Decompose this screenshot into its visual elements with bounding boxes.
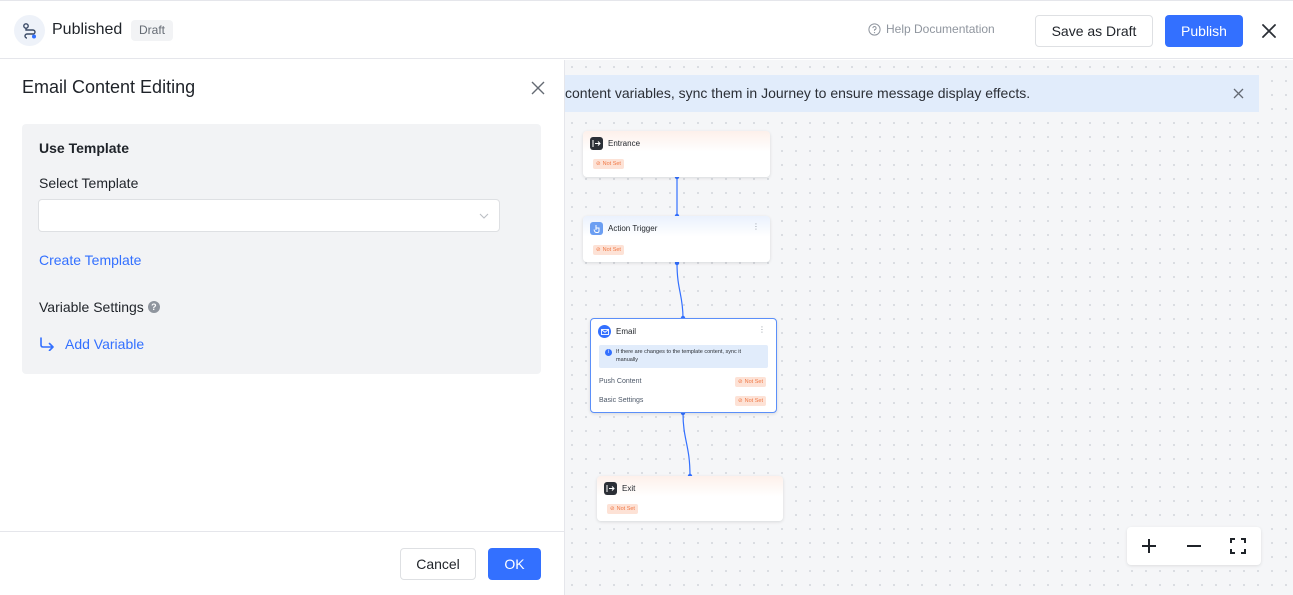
create-template-link[interactable]: Create Template [39,252,141,268]
exit-node[interactable]: Exit ⊘ Not Set [597,476,783,521]
close-icon[interactable] [1232,87,1245,100]
panel-title: Use Template [39,140,129,156]
status-badge: ⊘ Not Set [735,396,766,406]
select-template-label: Select Template [39,175,139,191]
zoom-controls [1127,527,1261,565]
action-trigger-label: Action Trigger [608,224,658,233]
not-set-label: Not Set [616,506,635,512]
exit-label: Exit [622,484,636,493]
help-circle-icon [868,22,881,36]
status-badge: ⊘ Not Set [593,159,624,169]
status-badge: ⊘ Not Set [593,245,624,255]
status-badge: ⊘ Not Set [607,504,638,514]
basic-settings-label: Basic Settings [599,397,644,404]
top-bar: Published Draft Help Documentation Save … [0,0,1293,59]
variable-settings-label: Variable Settings ? [39,299,160,315]
email-label: Email [616,327,637,336]
add-variable-label: Add Variable [65,336,145,352]
cancel-button[interactable]: Cancel [400,548,476,580]
not-set-icon: ⊘ [596,161,601,167]
email-icon [598,325,611,338]
not-set-label: Not Set [744,379,763,385]
variable-settings-text: Variable Settings [39,299,144,315]
push-content-row[interactable]: Push Content ⊘ Not Set [599,377,768,389]
ok-button[interactable]: OK [488,548,541,580]
entrance-node[interactable]: Entrance ⊘ Not Set [583,131,770,177]
not-set-icon: ⊘ [610,506,615,512]
template-panel: Use Template Select Template Create Temp… [22,124,541,374]
arrow-return-icon [40,337,54,351]
sync-info-text: If there are changes to the template con… [616,349,742,363]
status-badge: ⊘ Not Set [735,377,766,387]
close-icon[interactable] [530,80,546,96]
basic-settings-row[interactable]: Basic Settings ⊘ Not Set [599,396,768,408]
help-documentation-link[interactable]: Help Documentation [868,22,995,36]
entrance-icon [590,137,603,150]
action-trigger-node[interactable]: Action Trigger ⋮ ⊘ Not Set [583,216,770,262]
hand-pointer-icon [590,222,603,235]
help-documentation-label: Help Documentation [886,22,995,36]
help-icon[interactable]: ? [147,301,160,313]
not-set-label: Not Set [744,398,763,404]
sync-info-box: i If there are changes to the template c… [599,345,768,368]
push-content-label: Push Content [599,378,642,385]
exit-icon [604,482,617,495]
close-icon[interactable] [1259,21,1279,41]
drawer-title: Email Content Editing [22,77,196,97]
more-options-icon[interactable]: ⋮ [752,223,760,231]
status-badge: Draft [131,20,174,41]
notice-text: content variables, sync them in Journey … [565,85,1031,101]
sync-notice-banner: content variables, sync them in Journey … [565,75,1259,112]
not-set-label: Not Set [602,161,621,167]
email-node[interactable]: Email ⋮ i If there are changes to the te… [590,318,777,413]
chevron-down-icon [479,213,489,219]
info-icon: i [605,349,612,356]
entrance-label: Entrance [608,139,641,148]
drawer-footer: Cancel OK [0,531,564,595]
zoom-out-icon[interactable] [1184,536,1204,556]
zoom-in-icon[interactable] [1139,536,1159,556]
not-set-icon: ⊘ [596,247,601,253]
not-set-icon: ⊘ [738,379,743,385]
add-variable-button[interactable]: Add Variable [39,336,144,352]
not-set-label: Not Set [602,247,621,253]
fullscreen-icon[interactable] [1228,536,1248,556]
page-title: Published [52,21,123,38]
publish-button[interactable]: Publish [1165,15,1243,47]
save-as-draft-button[interactable]: Save as Draft [1035,15,1153,47]
more-options-icon[interactable]: ⋮ [758,326,766,334]
not-set-icon: ⊘ [738,398,743,404]
journey-logo-icon [14,15,45,46]
email-content-drawer: Email Content Editing Use Template Selec… [0,60,565,595]
template-select[interactable] [38,199,500,232]
